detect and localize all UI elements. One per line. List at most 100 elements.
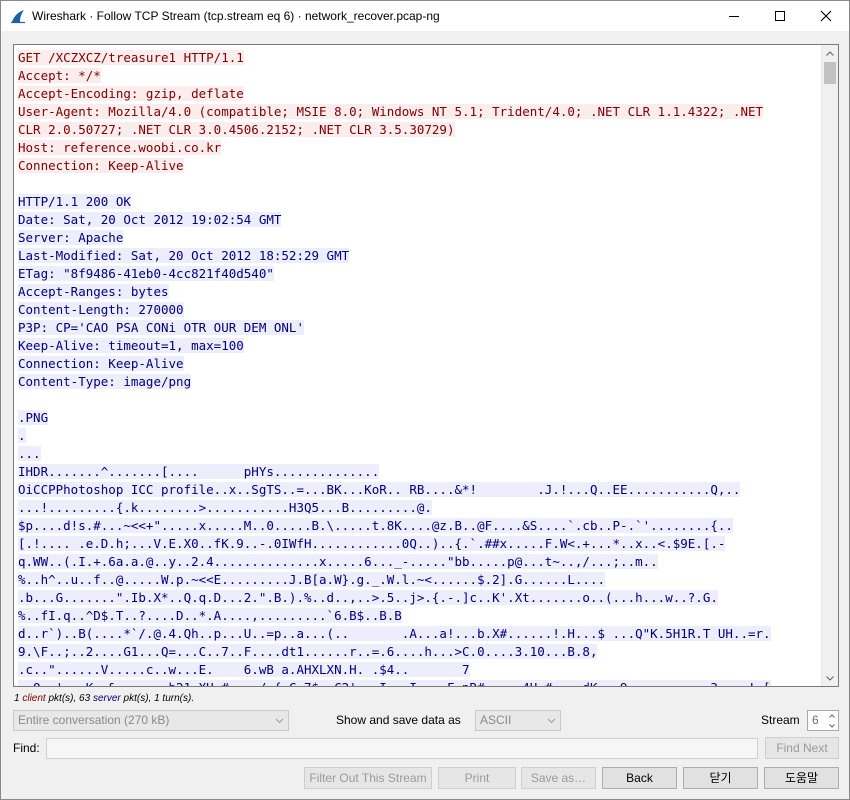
stream-line-text: Host: reference.woobi.co.kr (18, 140, 222, 155)
stream-line-text: IHDR.......^.......[.... pHYs...........… (18, 464, 380, 479)
scroll-up-arrow[interactable] (822, 45, 838, 61)
stream-line-text: Server: Apache (18, 230, 124, 245)
follow-tcp-stream-window: Wireshark · Follow TCP Stream (tcp.strea… (0, 0, 850, 800)
find-input[interactable] (46, 738, 758, 759)
server-pkt-suffix: pkt(s), (123, 693, 152, 704)
stream-line-text: User-Agent: Mozilla/4.0 (compatible; MSI… (18, 104, 764, 119)
print-button[interactable]: Print (438, 767, 516, 789)
server-stream-line: .c.."......V.....c..w...E. 6.wB a.AHXLXN… (18, 661, 818, 679)
stream-line-text: ..O..'...K..&.......b21.XH.#..../.{.C.7$… (18, 680, 771, 686)
chevron-up-icon (826, 50, 834, 56)
stream-line-text: Accept-Ranges: bytes (18, 284, 169, 299)
server-stream-line: Keep-Alive: timeout=1, max=100 (18, 337, 818, 355)
maximize-button[interactable] (757, 1, 803, 31)
server-stream-line: Server: Apache (18, 229, 818, 247)
show-save-label: Show and save data as (336, 713, 461, 727)
spin-down-arrow[interactable] (827, 721, 837, 730)
chevron-down-icon (275, 711, 284, 736)
server-label: server (92, 693, 121, 704)
client-label: client (22, 693, 46, 704)
stream-line-text: $p....d!s.#...~<<+".....x.....M..0.....B… (18, 518, 733, 533)
stream-line-text: OiCCPPhotoshop ICC profile..x..SgTS..=..… (18, 482, 741, 497)
server-stream-line: ...!.........{.k........>...........H3Q5… (18, 499, 818, 517)
stream-line-text: GET /XCZXCZ/treasure1 HTTP/1.1 (18, 50, 244, 65)
stream-line-text: %..h^..u..f..@.....W.p.~<<E.........J.B[… (18, 572, 605, 587)
client-stream-line: CLR 2.0.50727; .NET CLR 3.0.4506.2152; .… (18, 121, 818, 139)
title-bar[interactable]: Wireshark · Follow TCP Stream (tcp.strea… (1, 1, 849, 31)
stream-line-text: Date: Sat, 20 Oct 2012 19:02:54 GMT (18, 212, 282, 227)
stream-line-text: .PNG (18, 410, 49, 425)
close-icon (820, 10, 832, 22)
vertical-scrollbar[interactable] (821, 45, 838, 686)
stream-line-text: .b...G.......".Ib.X*..Q.q.D...2.".B.).%.… (18, 590, 718, 605)
save-as-button[interactable]: Save as… (521, 767, 596, 789)
server-stream-line: d..r`)..B(....*`/.@.4.Qh..p...U..=p..a..… (18, 625, 818, 643)
server-pkt-count: 63 (79, 693, 91, 704)
client-stream-line: User-Agent: Mozilla/4.0 (compatible; MSI… (18, 103, 818, 121)
stream-line-text: Content-Length: 270000 (18, 302, 184, 317)
client-stream-line: GET /XCZXCZ/treasure1 HTTP/1.1 (18, 49, 818, 67)
stream-line-text: Last-Modified: Sat, 20 Oct 2012 18:52:29… (18, 248, 350, 263)
stream-line-text: ... (18, 446, 41, 461)
server-stream-line: Content-Type: image/png (18, 373, 818, 391)
server-stream-line: .PNG (18, 409, 818, 427)
stream-line-text: ETag: "8f9486-41eb0-4cc821f40d540" (18, 266, 274, 281)
server-stream-line: HTTP/1.1 200 OK (18, 193, 818, 211)
client-stream-line: Connection: Keep-Alive (18, 157, 818, 175)
format-select-value: ASCII (480, 713, 512, 727)
turn-count: 1 turn(s). (154, 693, 195, 704)
server-stream-line: P3P: CP='CAO PSA CONi OTR OUR DEM ONL' (18, 319, 818, 337)
client-stream-line: Accept-Encoding: gzip, deflate (18, 85, 818, 103)
stream-number-spinbox[interactable]: 6 (807, 710, 839, 731)
stream-line-text: P3P: CP='CAO PSA CONi OTR OUR DEM ONL' (18, 320, 304, 335)
find-label: Find: (13, 741, 40, 755)
server-stream-line: OiCCPPhotoshop ICC profile..x..SgTS..=..… (18, 481, 818, 499)
wireshark-fin-icon (11, 10, 25, 24)
window-controls (711, 1, 849, 31)
stream-line-text: Connection: Keep-Alive (18, 158, 184, 173)
format-select[interactable]: ASCII (475, 710, 561, 731)
spin-up-arrow[interactable] (827, 711, 837, 720)
chevron-down-icon (826, 675, 834, 681)
stream-line-text: ...!.........{.k........>...........H3Q5… (18, 500, 432, 515)
server-stream-line: $p....d!s.#...~<<+".....x.....M..0.....B… (18, 517, 818, 535)
close-button[interactable]: 닫기 (683, 767, 758, 789)
server-stream-line: IHDR.......^.......[.... pHYs...........… (18, 463, 818, 481)
client-stream-line: Accept: */* (18, 67, 818, 85)
stream-text: GET /XCZXCZ/treasure1 HTTP/1.1 Accept: */… (18, 49, 818, 686)
stream-blank-line (18, 175, 818, 193)
chevron-down-icon (547, 711, 556, 736)
stream-content-view[interactable]: GET /XCZXCZ/treasure1 HTTP/1.1 Accept: */… (13, 44, 839, 687)
close-window-button[interactable] (803, 1, 849, 31)
help-button[interactable]: 도움말 (764, 767, 839, 789)
scrollbar-thumb[interactable] (824, 62, 836, 84)
conversation-select[interactable]: Entire conversation (270 kB) (13, 710, 289, 731)
conversation-select-value: Entire conversation (270 kB) (18, 713, 170, 727)
minimize-button[interactable] (711, 1, 757, 31)
find-next-button[interactable]: Find Next (765, 737, 839, 759)
chevron-up-icon (829, 713, 835, 718)
stream-line-text: 9.\F..;..2....G1...Q=...C..7..F....dt1..… (18, 644, 598, 659)
stream-line-text: Content-Type: image/png (18, 374, 192, 389)
filter-out-stream-button[interactable]: Filter Out This Stream (304, 767, 432, 789)
stream-line-text: q.WW..(.I.+.6a.a.@..y..2.4..............… (18, 554, 658, 569)
stream-line-text: d..r`)..B(....*`/.@.4.Qh..p...U..=p..a..… (18, 626, 771, 641)
server-stream-line: q.WW..(.I.+.6a.a.@..y..2.4..............… (18, 553, 818, 571)
server-stream-line: Accept-Ranges: bytes (18, 283, 818, 301)
server-stream-line: Last-Modified: Sat, 20 Oct 2012 18:52:29… (18, 247, 818, 265)
server-stream-line: ..O..'...K..&.......b21.XH.#..../.{.C.7$… (18, 679, 818, 686)
stream-line-text: %..fI.q..^D$.T..?....D..*.A....,........… (18, 608, 402, 623)
chevron-down-icon (829, 723, 835, 728)
stream-number-value: 6 (812, 713, 819, 727)
server-stream-line: Connection: Keep-Alive (18, 355, 818, 373)
server-stream-line: Content-Length: 270000 (18, 301, 818, 319)
back-button[interactable]: Back (602, 767, 677, 789)
stream-line-text: .c.."......V.....c..w...E. 6.wB a.AHXLXN… (18, 662, 470, 677)
scroll-down-arrow[interactable] (822, 670, 838, 686)
stream-line-text: Keep-Alive: timeout=1, max=100 (18, 338, 244, 353)
client-stream-line: Host: reference.woobi.co.kr (18, 139, 818, 157)
server-stream-line: [.!.... .e.D.h;...V.E.X0..fK.9..-.0IWfH.… (18, 535, 818, 553)
maximize-icon (775, 11, 785, 21)
minimize-icon (729, 16, 739, 17)
server-stream-line: ... (18, 445, 818, 463)
